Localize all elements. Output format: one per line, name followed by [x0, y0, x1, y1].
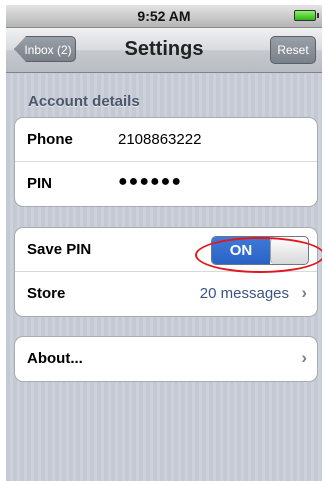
store-label: Store — [27, 285, 66, 302]
account-details-header: Account details — [28, 93, 140, 110]
account-details-group: Phone 2108863222 PIN ●●●●●● — [14, 117, 318, 207]
chevron-right-icon: › — [301, 348, 307, 367]
save-pin-toggle[interactable]: ON — [211, 236, 309, 265]
reset-button[interactable]: Reset — [270, 36, 316, 64]
about-row[interactable]: About... › — [15, 337, 317, 381]
status-time: 9:52 AM — [137, 8, 191, 24]
save-pin-row: Save PIN ON — [15, 228, 317, 272]
save-pin-label: Save PIN — [27, 241, 92, 258]
phone-row[interactable]: Phone 2108863222 — [15, 118, 317, 162]
toggle-on-label: ON — [212, 237, 270, 264]
pin-row[interactable]: PIN ●●●●●● — [15, 162, 317, 206]
phone-label: Phone — [27, 131, 73, 148]
chevron-right-icon: › — [301, 283, 307, 302]
phone-screen: 9:52 AM Inbox (2) Settings Reset Account… — [6, 5, 322, 481]
status-bar: 9:52 AM — [6, 5, 322, 28]
options-group: Save PIN ON Store 20 messages › — [14, 227, 318, 317]
about-group: About... › — [14, 336, 318, 382]
battery-full-icon — [294, 10, 319, 21]
pin-value: ●●●●●● — [118, 173, 182, 190]
phone-value: 2108863222 — [118, 131, 202, 148]
pin-label: PIN — [27, 175, 53, 192]
toggle-knob[interactable] — [270, 237, 308, 264]
store-value: 20 messages — [199, 285, 289, 302]
navigation-bar: Inbox (2) Settings Reset — [6, 28, 322, 73]
about-label: About... — [27, 350, 83, 367]
store-row[interactable]: Store 20 messages › — [15, 272, 317, 316]
